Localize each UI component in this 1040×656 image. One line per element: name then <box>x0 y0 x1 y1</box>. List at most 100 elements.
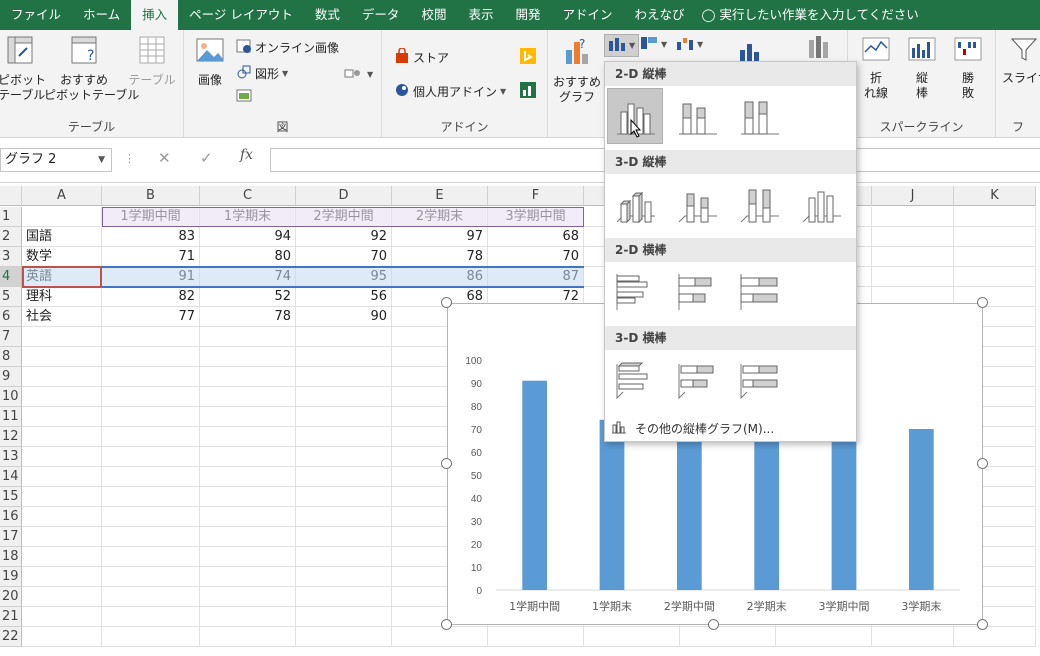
row-header-19[interactable]: 19 <box>0 567 22 587</box>
row-header-20[interactable]: 20 <box>0 587 22 607</box>
resize-handle-bottom[interactable] <box>708 619 719 630</box>
cell-b15[interactable] <box>102 487 200 507</box>
cell-c14[interactable] <box>200 467 296 487</box>
recommended-charts-button[interactable]: ? おすすめ グラフ <box>552 34 602 105</box>
row-header-2[interactable]: 2 <box>0 227 22 247</box>
cell-d15[interactable] <box>296 487 392 507</box>
column-header-e[interactable]: E <box>392 186 488 206</box>
cell-c22[interactable] <box>200 627 296 647</box>
cell-a2[interactable]: 国語 <box>22 227 102 247</box>
cell-b8[interactable] <box>102 347 200 367</box>
bar[interactable] <box>522 380 548 590</box>
cell-d6[interactable]: 90 <box>296 307 392 327</box>
percent-stacked-column-option[interactable] <box>731 88 787 144</box>
cell-a22[interactable] <box>22 627 102 647</box>
cell-a20[interactable] <box>22 587 102 607</box>
cell-b5[interactable]: 82 <box>102 287 200 307</box>
tab-file[interactable]: ファイル <box>0 0 72 30</box>
chevron-down-icon[interactable]: ▼ <box>98 149 105 171</box>
cell-c3[interactable]: 80 <box>200 247 296 267</box>
cell-g22[interactable] <box>584 627 680 647</box>
column-header-a[interactable]: A <box>22 186 102 206</box>
cell-b9[interactable] <box>102 367 200 387</box>
slicer-button[interactable]: スライサ <box>1002 34 1040 86</box>
clustered-bar-option[interactable] <box>607 264 663 320</box>
cell-b14[interactable] <box>102 467 200 487</box>
row-header-10[interactable]: 10 <box>0 387 22 407</box>
cell-c6[interactable]: 78 <box>200 307 296 327</box>
3d-percent-stacked-bar-option[interactable] <box>731 352 787 408</box>
row-header-21[interactable]: 21 <box>0 607 22 627</box>
3d-stacked-column-option[interactable] <box>669 176 725 232</box>
cell-b10[interactable] <box>102 387 200 407</box>
tab-waenavi[interactable]: わえなび <box>624 0 696 30</box>
cell-d3[interactable]: 70 <box>296 247 392 267</box>
cell-k4[interactable] <box>954 267 1036 287</box>
tab-home[interactable]: ホーム <box>72 0 131 30</box>
cell-j3[interactable] <box>872 247 954 267</box>
store-button[interactable]: ストア <box>394 47 449 67</box>
cell-k1[interactable] <box>954 207 1036 227</box>
cell-e22[interactable] <box>392 627 488 647</box>
cell-c21[interactable] <box>200 607 296 627</box>
cell-d22[interactable] <box>296 627 392 647</box>
stacked-bar-option[interactable] <box>669 264 725 320</box>
cell-b11[interactable] <box>102 407 200 427</box>
cell-d19[interactable] <box>296 567 392 587</box>
cell-c19[interactable] <box>200 567 296 587</box>
row-header-17[interactable]: 17 <box>0 527 22 547</box>
cell-c17[interactable] <box>200 527 296 547</box>
row-header-4[interactable]: 4 <box>0 267 22 287</box>
sparkline-column-button[interactable]: 縦 棒 <box>902 34 942 101</box>
tab-formulas[interactable]: 数式 <box>304 0 351 30</box>
cell-d9[interactable] <box>296 367 392 387</box>
people-graph-button[interactable] <box>520 82 536 101</box>
cell-e3[interactable]: 78 <box>392 247 488 267</box>
cell-b16[interactable] <box>102 507 200 527</box>
cell-b22[interactable] <box>102 627 200 647</box>
online-picture-button[interactable]: オンライン画像 <box>236 38 339 57</box>
cell-d18[interactable] <box>296 547 392 567</box>
hierarchy-chart-button[interactable]: ▼ <box>640 36 667 53</box>
tab-addins[interactable]: アドイン <box>551 0 623 30</box>
insert-function-icon[interactable]: fx <box>240 147 253 163</box>
cell-j2[interactable] <box>872 227 954 247</box>
name-box[interactable]: グラフ 2 ▼ <box>0 148 112 172</box>
cell-c18[interactable] <box>200 547 296 567</box>
bing-maps-button[interactable] <box>520 48 536 67</box>
more-column-charts-link[interactable]: その他の縦棒グラフ(M)... <box>611 420 774 437</box>
cell-c20[interactable] <box>200 587 296 607</box>
tab-insert[interactable]: 挿入 <box>131 0 179 30</box>
cell-c5[interactable]: 52 <box>200 287 296 307</box>
cell-f22[interactable] <box>488 627 584 647</box>
cell-b2[interactable]: 83 <box>102 227 200 247</box>
cell-k2[interactable] <box>954 227 1036 247</box>
cell-b6[interactable]: 77 <box>102 307 200 327</box>
clustered-column-option[interactable] <box>607 88 663 144</box>
row-header-18[interactable]: 18 <box>0 547 22 567</box>
cell-b13[interactable] <box>102 447 200 467</box>
tab-developer[interactable]: 開発 <box>504 0 551 30</box>
cell-b3[interactable]: 71 <box>102 247 200 267</box>
resize-handle-left[interactable] <box>441 458 452 469</box>
cell-b20[interactable] <box>102 587 200 607</box>
cell-a12[interactable] <box>22 427 102 447</box>
cell-j1[interactable] <box>872 207 954 227</box>
cell-a7[interactable] <box>22 327 102 347</box>
row-header-13[interactable]: 13 <box>0 447 22 467</box>
resize-handle-bottom-left[interactable] <box>441 619 452 630</box>
row-header-3[interactable]: 3 <box>0 247 22 267</box>
cancel-icon[interactable]: ✕ <box>158 149 171 167</box>
waterfall-chart-button[interactable]: ▼ <box>676 36 703 53</box>
tell-me-box[interactable]: ◯ 実行したい作業を入力してください <box>702 0 919 30</box>
cell-d8[interactable] <box>296 347 392 367</box>
cell-a18[interactable] <box>22 547 102 567</box>
cell-a11[interactable] <box>22 407 102 427</box>
cell-a17[interactable] <box>22 527 102 547</box>
pivot-table-button[interactable]: ピボット テーブル <box>0 34 46 103</box>
cell-j22[interactable] <box>872 627 954 647</box>
cell-a14[interactable] <box>22 467 102 487</box>
tab-review[interactable]: 校閲 <box>410 0 457 30</box>
row-header-11[interactable]: 11 <box>0 407 22 427</box>
3d-column-option[interactable] <box>793 176 849 232</box>
